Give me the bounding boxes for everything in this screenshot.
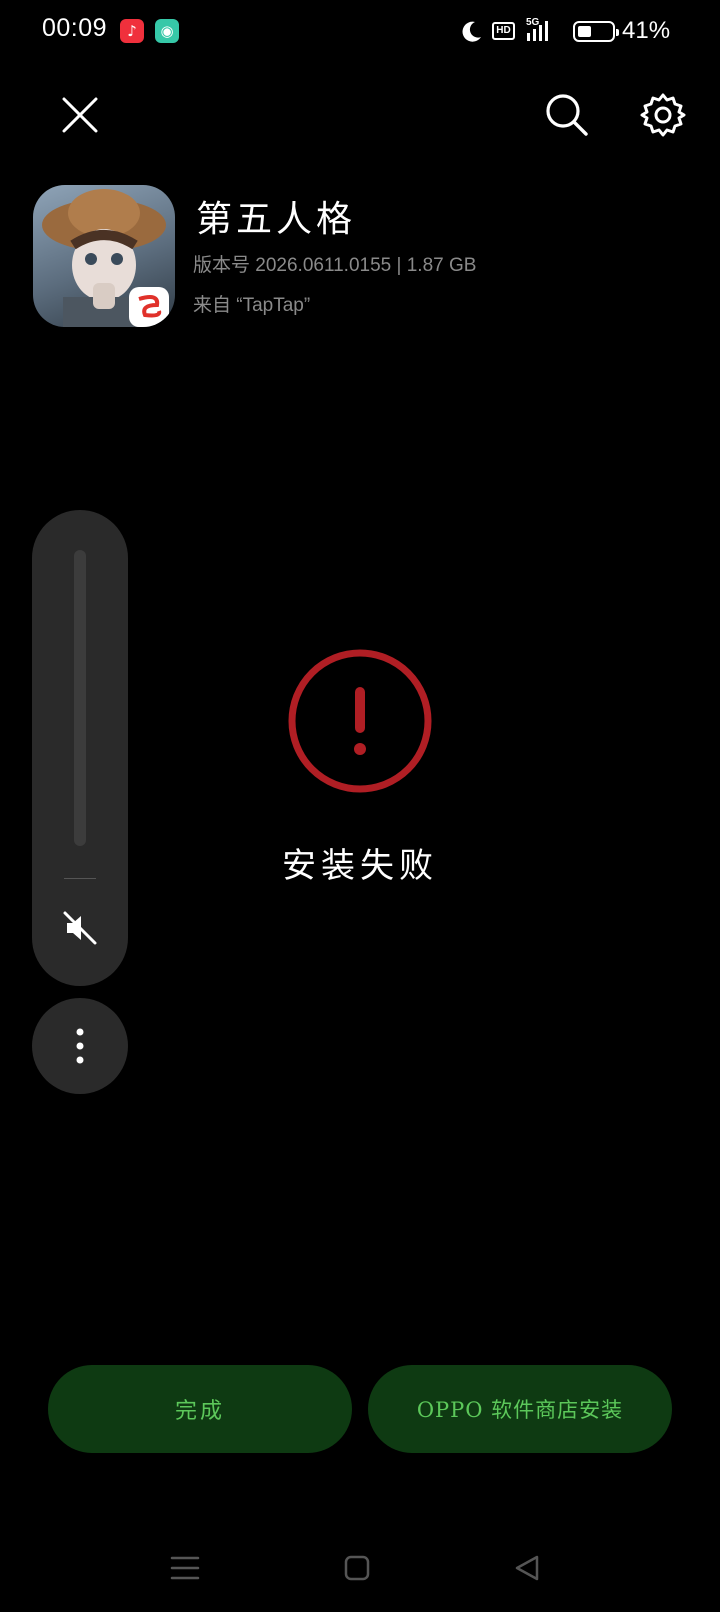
battery-fill bbox=[578, 26, 591, 37]
close-icon bbox=[62, 97, 98, 133]
app-name: 第五人格 bbox=[196, 199, 357, 240]
settings-button[interactable] bbox=[638, 90, 688, 140]
oppo-store-install-button[interactable]: OPPO 软件商店安装 bbox=[368, 1365, 672, 1453]
app-version: 版本号 2026.0611.0155 | 1.87 GB bbox=[193, 255, 477, 276]
app-icon bbox=[33, 185, 175, 327]
gear-icon bbox=[640, 93, 686, 137]
volume-panel bbox=[32, 510, 128, 986]
nav-home-button[interactable] bbox=[335, 1548, 379, 1588]
hd-icon: HD bbox=[492, 22, 515, 40]
signal-icon bbox=[527, 21, 548, 41]
more-options-button[interactable] bbox=[32, 998, 128, 1094]
do-not-disturb-icon bbox=[462, 21, 481, 42]
nav-back-button[interactable] bbox=[506, 1548, 550, 1588]
search-button[interactable] bbox=[542, 90, 592, 140]
back-icon bbox=[515, 1555, 539, 1581]
battery-icon bbox=[573, 21, 619, 42]
done-button[interactable]: 完成 bbox=[48, 1365, 352, 1453]
error-icon bbox=[288, 649, 432, 793]
search-icon bbox=[546, 94, 588, 136]
mute-button[interactable] bbox=[60, 908, 100, 948]
mute-icon bbox=[63, 911, 97, 945]
music-notification-icon: ♪ bbox=[120, 19, 144, 43]
home-icon bbox=[344, 1555, 370, 1581]
battery-percent: 41% bbox=[622, 17, 671, 44]
status-time: 00:09 bbox=[42, 14, 108, 42]
close-button[interactable] bbox=[55, 90, 105, 140]
nav-recents-button[interactable] bbox=[163, 1548, 207, 1588]
more-vertical-icon bbox=[76, 1028, 84, 1064]
menu-icon bbox=[170, 1556, 200, 1580]
volume-slider[interactable] bbox=[74, 550, 86, 846]
app-notification-icon: ◉ bbox=[155, 19, 179, 43]
status-bar: 00:09 ♪ ◉ HD 5G 41% bbox=[0, 0, 720, 66]
install-status-message: 安装失败 bbox=[282, 846, 438, 886]
app-source: 来自 “TapTap” bbox=[193, 295, 311, 316]
